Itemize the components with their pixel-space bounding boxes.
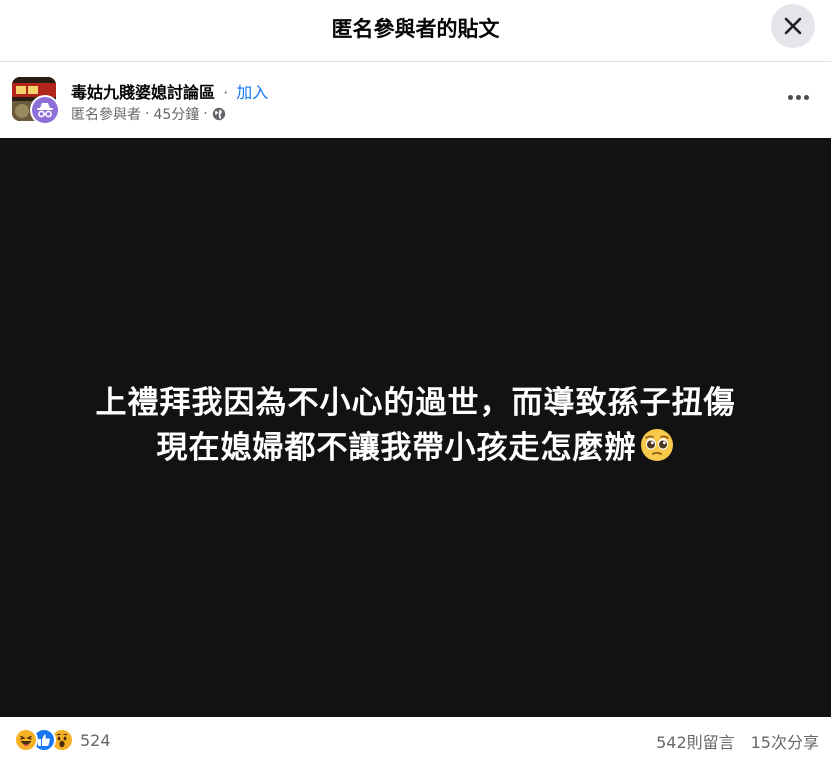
post-stats: 542則留言 15次分享 <box>656 729 819 753</box>
separator-dot: · <box>203 106 208 122</box>
author-name: 匿名參與者 <box>71 107 141 123</box>
post-header: 毒姑九賤婆媳討論區 · 加入 匿名參與者 · 45分鐘 · <box>0 63 831 138</box>
close-icon <box>784 17 802 35</box>
post-body: 上禮拜我因為不小心的過世，而導致孫子扭傷 現在媳婦都不讓我帶小孩走怎麼辦 <box>0 138 831 717</box>
incognito-icon <box>37 103 53 118</box>
dialog-title: 匿名參與者的貼文 <box>331 17 500 41</box>
shares-count[interactable]: 15次分享 <box>751 729 819 753</box>
group-name[interactable]: 毒姑九賤婆媳討論區 <box>71 83 215 102</box>
separator-dot: · <box>145 106 150 122</box>
haha-icon <box>14 728 38 752</box>
post-footer: 524 542則留言 15次分享 <box>0 717 831 760</box>
post-text-line-1: 上禮拜我因為不小心的過世，而導致孫子扭傷 <box>95 385 736 421</box>
more-dot <box>803 94 809 100</box>
more-dot <box>795 94 801 100</box>
more-options-button[interactable] <box>783 85 813 109</box>
more-dot <box>787 94 793 100</box>
post-text-line-2-text: 現在媳婦都不讓我帶小孩走怎麼辦 <box>156 430 637 466</box>
reaction-count: 524 <box>80 730 111 750</box>
reaction-summary[interactable]: 524 <box>14 728 111 752</box>
join-link[interactable]: 加入 <box>236 83 268 102</box>
close-button[interactable] <box>771 4 815 48</box>
globe-icon <box>212 107 225 121</box>
anonymous-avatar <box>30 95 60 125</box>
group-line: 毒姑九賤婆媳討論區 · 加入 <box>71 79 268 103</box>
post-time[interactable]: 45分鐘 <box>153 104 199 124</box>
post-meta: 匿名參與者 · 45分鐘 · <box>71 104 226 124</box>
separator-dot: · <box>223 83 229 102</box>
comments-count[interactable]: 542則留言 <box>656 729 735 753</box>
pleading-face-icon <box>640 429 673 461</box>
dialog-header: 匿名參與者的貼文 <box>0 0 831 62</box>
post-text: 上禮拜我因為不小心的過世，而導致孫子扭傷 現在媳婦都不讓我帶小孩走怎麼辦 <box>0 381 831 471</box>
post-text-line-2: 現在媳婦都不讓我帶小孩走怎麼辦 <box>0 426 831 471</box>
